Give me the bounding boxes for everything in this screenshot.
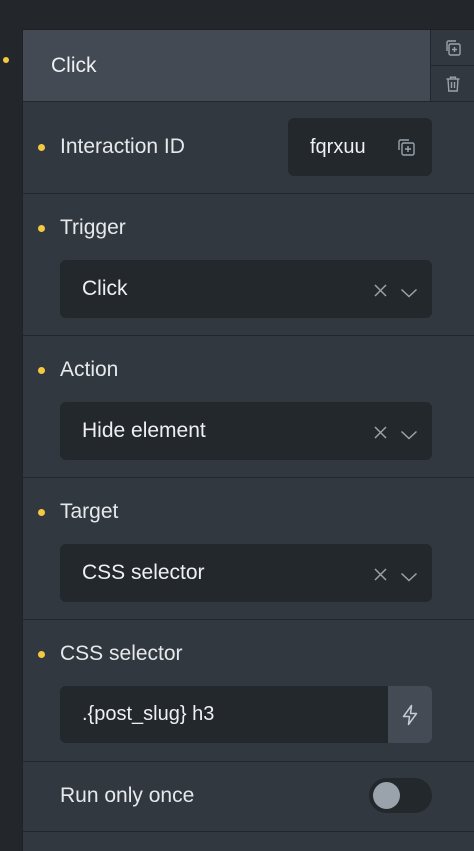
indicator-dot [38, 367, 45, 374]
indicator-dot [3, 57, 9, 63]
delete-button[interactable] [431, 65, 474, 101]
clear-target-button[interactable] [373, 564, 388, 588]
run-once-label: Run only once [60, 784, 195, 807]
interaction-panel: Click Interaction ID fqrxuu Trigger Clic… [22, 29, 474, 851]
css-selector-label: CSS selector [60, 642, 183, 665]
target-select[interactable]: CSS selector [60, 544, 432, 602]
toggle-knob [373, 782, 400, 809]
css-selector-input[interactable]: .{post_slug} h3 [60, 686, 388, 743]
interaction-id-field: fqrxuu [288, 118, 432, 176]
trash-icon [446, 76, 460, 92]
target-label: Target [60, 500, 119, 523]
open-trigger-button[interactable] [400, 281, 418, 305]
indicator-dot [38, 225, 45, 232]
chevron-down-icon [400, 572, 418, 582]
trigger-value: Click [82, 277, 128, 300]
interaction-title[interactable]: Click [23, 30, 430, 101]
header-actions [430, 30, 474, 101]
interaction-header: Click [23, 30, 474, 102]
open-action-button[interactable] [400, 423, 418, 447]
chevron-down-icon [400, 288, 418, 298]
close-icon [374, 284, 387, 297]
clear-action-button[interactable] [373, 422, 388, 446]
close-icon [374, 426, 387, 439]
action-select[interactable]: Hide element [60, 402, 432, 460]
close-icon [374, 568, 387, 581]
clear-trigger-button[interactable] [373, 280, 388, 304]
trigger-select[interactable]: Click [60, 260, 432, 318]
bolt-icon [402, 704, 418, 725]
interaction-id-value: fqrxuu [310, 135, 366, 158]
duplicate-button[interactable] [431, 30, 474, 65]
target-value: CSS selector [82, 561, 205, 584]
action-label: Action [60, 358, 119, 381]
css-selector-value: .{post_slug} h3 [82, 703, 215, 725]
copy-id-button[interactable] [396, 137, 416, 163]
open-target-button[interactable] [400, 565, 418, 589]
indicator-dot [38, 509, 45, 516]
run-once-toggle[interactable] [369, 778, 432, 813]
dynamic-data-button[interactable] [388, 686, 432, 743]
trigger-label: Trigger [60, 216, 126, 239]
interaction-id-label: Interaction ID [60, 135, 185, 158]
chevron-down-icon [400, 430, 418, 440]
left-gutter [0, 0, 22, 851]
copy-icon [398, 139, 415, 156]
indicator-dot [38, 144, 45, 151]
indicator-dot [38, 651, 45, 658]
action-value: Hide element [82, 419, 206, 442]
duplicate-icon [446, 39, 461, 56]
